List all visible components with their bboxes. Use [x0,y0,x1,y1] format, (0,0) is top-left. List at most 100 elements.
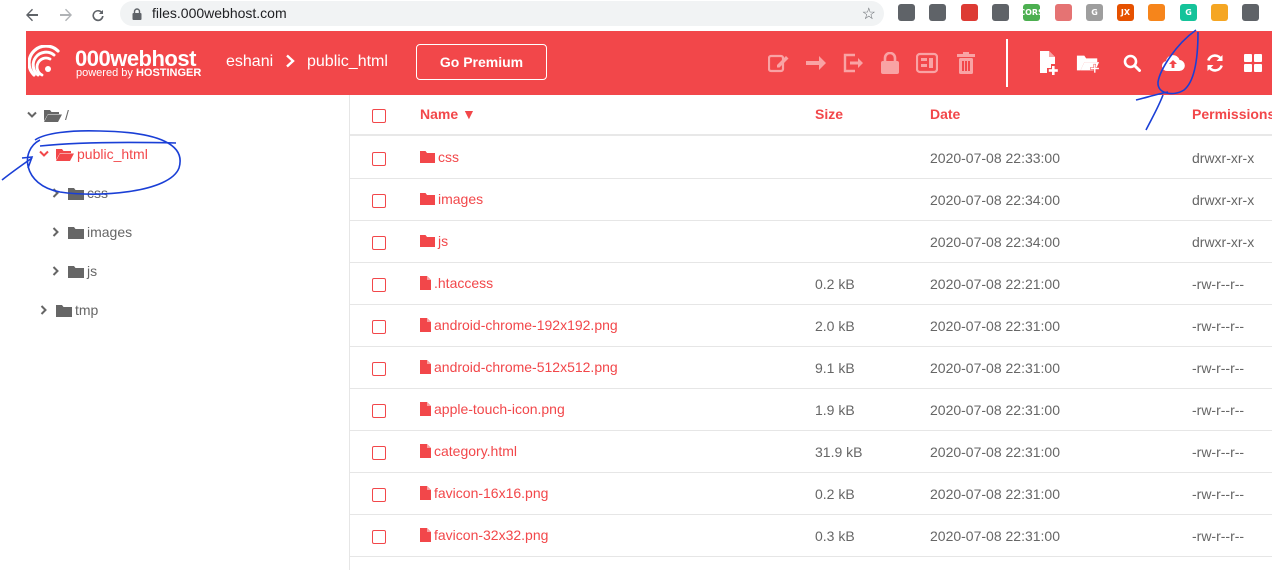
table-row[interactable]: favicon-32x32.png 0.3 kB 2020-07-08 22:31:… [350,515,1272,557]
column-header-permissions[interactable]: Permissions [1192,106,1272,122]
file-name-cell[interactable]: favicon-16x16.png [420,485,548,501]
file-icon [420,486,431,500]
search-icon[interactable] [1120,51,1144,75]
tree-node-tmp[interactable]: tmp [38,299,98,321]
extension-gear-icon[interactable] [929,4,946,21]
metamask-extension-icon[interactable] [1148,4,1165,21]
folder-icon [68,265,84,278]
cors-extension-icon[interactable]: CORS [1019,4,1044,21]
grid-view-icon[interactable] [1241,51,1265,75]
rename-icon[interactable] [841,51,865,75]
folder-icon [420,151,435,163]
refresh-icon[interactable] [1203,51,1227,75]
file-name: android-chrome-512x512.png [434,359,618,375]
extension-1-icon[interactable] [898,4,915,21]
file-name-cell[interactable]: images [420,191,483,207]
table-row[interactable]: apple-touch-icon.png 1.9 kB 2020-07-08 22:… [350,389,1272,431]
back-icon[interactable] [20,3,44,27]
column-header-date[interactable]: Date [930,106,960,122]
tree-node-root[interactable]: / [26,104,69,126]
file-size: 0.3 kB [815,528,855,544]
edit-icon[interactable] [767,51,791,75]
table-row[interactable]: android-chrome-512x512.png 9.1 kB 2020-07-… [350,347,1272,389]
file-name-cell[interactable]: android-chrome-192x192.png [420,317,618,333]
file-name-cell[interactable]: category.html [420,443,517,459]
file-name-cell[interactable]: favicon-32x32.png [420,527,548,543]
chevron-right-icon[interactable] [38,305,50,315]
row-checkbox[interactable] [372,446,386,460]
row-checkbox[interactable] [372,404,386,418]
grammarly-extension-icon[interactable]: G [1180,4,1197,21]
row-checkbox[interactable] [372,278,386,292]
file-permissions: -rw-r--r-- [1192,360,1245,376]
chevron-right-icon[interactable] [50,227,62,237]
file-date: 2020-07-08 22:31:00 [930,528,1060,544]
chevron-right-icon[interactable] [50,188,62,198]
chevron-down-icon[interactable] [38,150,50,158]
tree-node-public-html[interactable]: public_html [38,143,148,165]
angular-extension-icon[interactable] [961,4,978,21]
row-checkbox[interactable] [372,488,386,502]
file-name: js [438,233,449,249]
file-name-cell[interactable]: apple-touch-icon.png [420,401,565,417]
breadcrumb-current[interactable]: public_html [307,53,388,71]
chevron-down-icon[interactable] [26,111,38,119]
file-name-cell[interactable]: android-chrome-512x512.png [420,359,618,375]
star-icon[interactable]: ☆ [862,4,876,24]
grammar-extension-icon[interactable]: G [1086,4,1103,21]
file-name-cell[interactable]: js [420,233,448,249]
extension-circle-icon[interactable] [992,4,1009,21]
go-premium-button[interactable]: Go Premium [416,44,547,80]
file-name: css [438,149,459,165]
file-name: .htaccess [434,275,494,291]
upload-icon[interactable] [1161,51,1185,75]
extension-orange-icon[interactable] [1211,4,1228,21]
chevron-right-icon[interactable] [50,266,62,276]
file-name-cell[interactable]: .htaccess [420,275,493,291]
new-file-icon[interactable] [1037,51,1061,75]
breadcrumb-user[interactable]: eshani [226,53,273,71]
tree-label: js [87,263,98,279]
folder-icon [56,304,72,317]
row-checkbox[interactable] [372,362,386,376]
row-checkbox[interactable] [372,320,386,334]
address-bar[interactable]: files.000webhost.com ☆ [120,1,884,26]
file-permissions: -rw-r--r-- [1192,486,1245,502]
extension-block-icon[interactable] [1055,4,1072,21]
column-header-name[interactable]: Name ▼ [420,106,476,122]
tree-node-images[interactable]: images [50,221,132,243]
tree-node-css[interactable]: css [50,182,108,204]
table-row[interactable]: css 2020-07-08 22:33:00 drwxr-xr-x [350,137,1272,179]
folder-icon [68,187,84,200]
move-icon[interactable] [804,51,828,75]
file-permissions: -rw-r--r-- [1192,276,1245,292]
row-checkbox[interactable] [372,152,386,166]
file-date: 2020-07-08 22:31:00 [930,486,1060,502]
file-name: images [438,191,484,207]
row-checkbox[interactable] [372,194,386,208]
jx-extension-icon[interactable]: JX [1117,4,1134,21]
tree-node-js[interactable]: js [50,260,97,282]
folder-open-icon [44,109,62,122]
table-row[interactable]: images 2020-07-08 22:34:00 drwxr-xr-x [350,179,1272,221]
table-row[interactable]: favicon-16x16.png 0.2 kB 2020-07-08 22:31:… [350,473,1272,515]
table-row[interactable]: .htaccess 0.2 kB 2020-07-08 22:21:00 -rw-r-… [350,263,1272,305]
delete-icon[interactable] [954,51,978,75]
new-folder-icon[interactable] [1076,51,1100,75]
extensions-puzzle-icon[interactable] [1242,4,1259,21]
archive-icon[interactable] [915,51,939,75]
reload-icon[interactable] [86,3,110,27]
select-all-checkbox[interactable] [372,109,386,123]
permissions-icon[interactable] [878,51,902,75]
table-row[interactable]: category.html 31.9 kB 2020-07-08 22:31:00 -… [350,431,1272,473]
file-name-cell[interactable]: css [420,149,459,165]
file-date: 2020-07-08 22:31:00 [930,402,1060,418]
table-row[interactable]: android-chrome-192x192.png 2.0 kB 2020-07-… [350,305,1272,347]
column-header-size[interactable]: Size [815,106,843,122]
forward-icon[interactable] [54,3,78,27]
row-checkbox[interactable] [372,530,386,544]
file-icon [420,444,431,458]
table-row[interactable]: js 2020-07-08 22:34:00 drwxr-xr-x [350,221,1272,263]
file-permissions: drwxr-xr-x [1192,150,1255,166]
row-checkbox[interactable] [372,236,386,250]
